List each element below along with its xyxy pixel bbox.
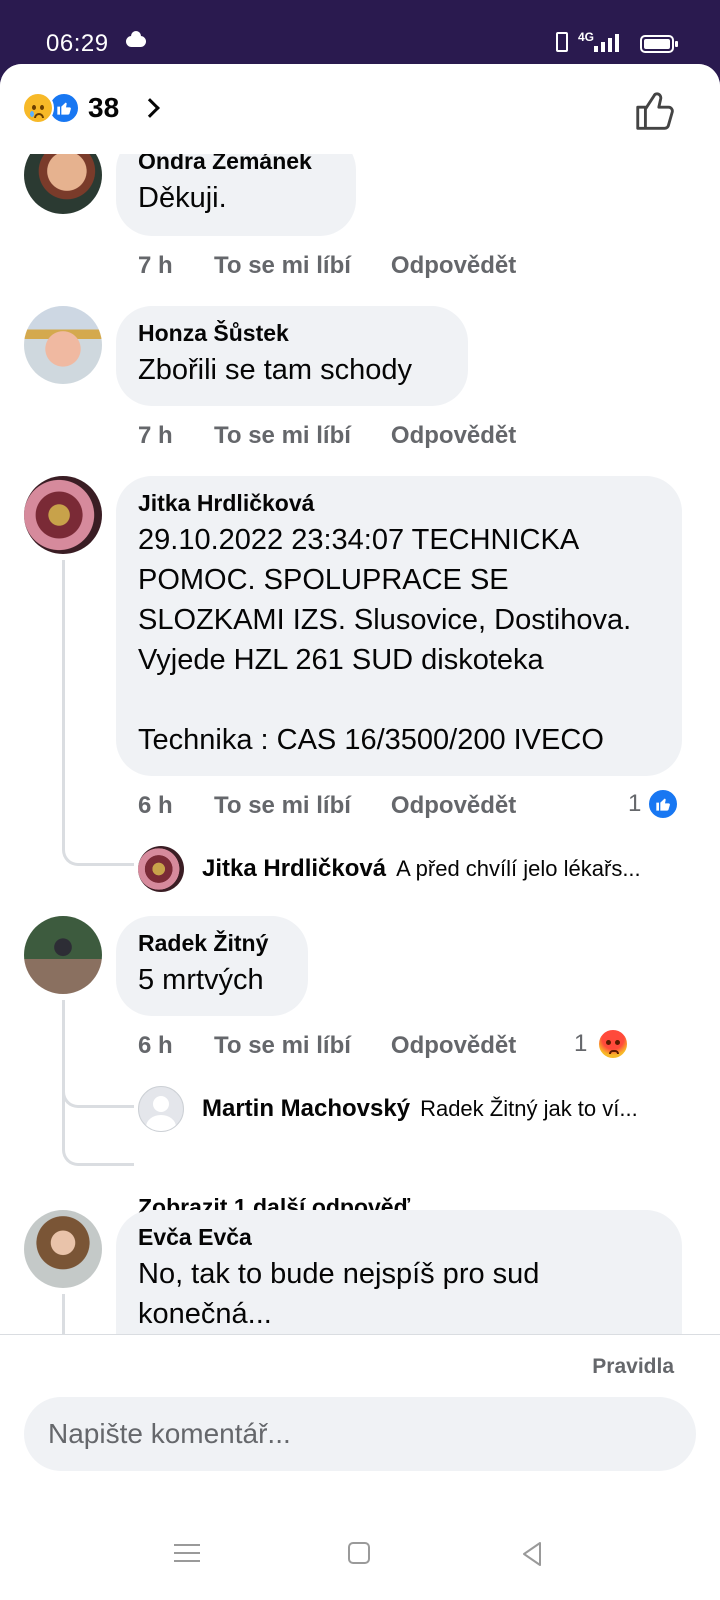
reply-author: Martin Machovský [202, 1095, 411, 1122]
sad-reaction-icon [22, 92, 54, 124]
comment-time: 7 h [138, 252, 173, 279]
comment-author[interactable]: Ondra Zemánek [138, 154, 334, 176]
network-type: 4G [578, 30, 595, 44]
avatar [138, 846, 184, 892]
reply-button[interactable]: Odpovědět [391, 252, 516, 280]
comment-author[interactable]: Jitka Hrdličková [138, 488, 660, 518]
reaction-count: 1 [628, 790, 642, 817]
comment-text: Děkuji. [138, 182, 227, 214]
reactions-summary[interactable]: 38 [22, 92, 161, 124]
comment-text: Zbořili se tam schody [138, 354, 412, 386]
battery-icon [640, 35, 678, 53]
reply-button[interactable]: Odpovědět [391, 792, 516, 820]
comment-text: No, tak to bude nejspíš pro sud konečná.… [138, 1258, 540, 1330]
comment-bubble: Jitka Hrdličková 29.10.2022 23:34:07 TEC… [116, 476, 682, 776]
comment-author[interactable]: Honza Šůstek [138, 318, 446, 348]
avatar[interactable] [24, 154, 102, 214]
comment-bubble: Honza Šůstek Zbořili se tam schody [116, 306, 468, 406]
reaction-count: 1 [574, 1030, 588, 1057]
comment-input[interactable] [24, 1397, 696, 1471]
reactions-header: 38 [0, 64, 720, 154]
comment-text: 5 mrtvých [138, 964, 264, 996]
menu-icon[interactable] [174, 1542, 200, 1564]
vibrate-icon [556, 32, 568, 52]
like-button[interactable]: To se mi líbí [214, 252, 351, 280]
comment-time: 6 h [138, 1032, 173, 1059]
like-button[interactable]: To se mi líbí [214, 792, 351, 820]
status-time: 06:29 [46, 30, 109, 57]
signal-icon [594, 34, 620, 52]
reaction-count: 38 [88, 92, 120, 123]
comment-reactions[interactable]: 1 [574, 1028, 630, 1060]
avatar[interactable] [24, 916, 102, 994]
comment-reactions[interactable]: 1 [628, 788, 680, 820]
comment-bubble: Evča Evča No, tak to bude nejspíš pro su… [116, 1210, 682, 1334]
reply-author: Jitka Hrdličková [202, 855, 387, 882]
comment-meta: 7 h To se mi líbí Odpovědět [138, 252, 556, 280]
comment-bubble: Radek Žitný 5 mrtvých [116, 916, 308, 1016]
reply-preview[interactable]: Jitka Hrdličková A před chvílí jelo léka… [138, 846, 641, 892]
status-bar: 06:29 4G [0, 0, 720, 64]
comment-time: 6 h [138, 792, 173, 819]
thread-line [62, 1294, 65, 1334]
comment-author[interactable]: Radek Žitný [138, 928, 286, 958]
system-navigation-bar [0, 1510, 720, 1600]
avatar[interactable] [24, 306, 102, 384]
default-avatar-icon [138, 1086, 184, 1132]
comment-bubble: Ondra Zemánek Děkuji. [116, 154, 356, 236]
angry-icon [597, 1028, 630, 1060]
like-button[interactable]: To se mi líbí [214, 422, 351, 450]
comment-meta: 6 h To se mi líbí Odpovědět [138, 1032, 556, 1060]
like-icon [647, 788, 680, 820]
comment-time: 7 h [138, 422, 173, 449]
rules-link[interactable]: Pravidla [592, 1355, 674, 1379]
reply-preview[interactable]: Martin Machovský Radek Žitný jak to ví..… [138, 1086, 638, 1132]
avatar[interactable] [24, 476, 102, 554]
like-outline-icon[interactable] [632, 88, 678, 134]
thread-line [62, 1104, 134, 1166]
comment-text: 29.10.2022 23:34:07 TECHNICKA POMOC. SPO… [138, 524, 632, 756]
comment-meta: 6 h To se mi líbí Odpovědět [138, 792, 556, 820]
comment-meta: 7 h To se mi líbí Odpovědět [138, 422, 556, 450]
avatar[interactable] [24, 1210, 102, 1288]
reply-button[interactable]: Odpovědět [391, 1032, 516, 1060]
chevron-right-icon [140, 98, 161, 118]
comments-sheet: 38 Ondra Zemánek Děkuji. 7 h To se mi lí… [0, 64, 720, 1600]
like-button[interactable]: To se mi líbí [214, 1032, 351, 1060]
reply-button[interactable]: Odpovědět [391, 422, 516, 450]
reply-text: Radek Žitný jak to ví... [420, 1096, 638, 1121]
reply-text: A před chvílí jelo lékařs... [396, 856, 641, 881]
cloud-icon [126, 31, 146, 47]
home-icon[interactable] [348, 1542, 370, 1564]
back-icon[interactable] [518, 1540, 546, 1568]
comment-list: Ondra Zemánek Děkuji. 7 h To se mi líbí … [0, 154, 720, 1334]
comment-author[interactable]: Evča Evča [138, 1222, 660, 1252]
